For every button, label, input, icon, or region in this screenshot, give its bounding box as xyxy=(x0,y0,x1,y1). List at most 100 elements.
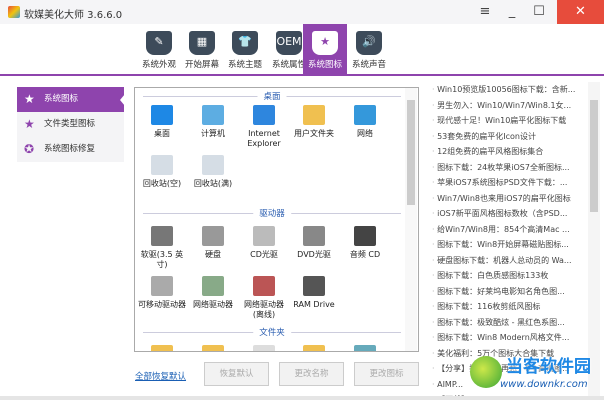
icon-item[interactable] xyxy=(137,345,187,351)
window-title: 软媒美化大师 3.6.6.0 xyxy=(24,10,123,21)
menu-button[interactable]: ≡ xyxy=(470,0,500,24)
news-item[interactable]: 图标下载：Win8 Modern风格文件... xyxy=(432,330,587,346)
icon-item[interactable]: 回收站(满) xyxy=(188,155,238,189)
sidebar-item-2[interactable]: ✪ 系统图标修复 xyxy=(17,137,124,162)
bottom-border xyxy=(0,396,604,400)
icon-item[interactable]: RAM Drive xyxy=(289,276,339,310)
icon-label: CD光驱 xyxy=(250,250,278,259)
icon-label: RAM Drive xyxy=(293,300,335,309)
system-icon xyxy=(202,276,224,296)
system-icon xyxy=(151,276,173,296)
icon-label: 回收站(满) xyxy=(193,179,233,188)
system-icon xyxy=(253,276,275,296)
watermark-logo: 当客软件园 www.downkr.com xyxy=(470,352,604,396)
icon-label: Internet Explorer xyxy=(247,129,281,148)
icon-label: 网络 xyxy=(357,129,373,138)
icon-item[interactable]: 软驱(3.5 英寸) xyxy=(137,226,187,270)
icon-label: 软驱(3.5 英寸) xyxy=(140,250,184,269)
icon-label: DVD光驱 xyxy=(297,250,331,259)
panel-scroll-thumb[interactable] xyxy=(407,100,415,205)
icon-label: 回收站(空) xyxy=(142,179,182,188)
tab-icon: ★ xyxy=(312,31,338,55)
close-button[interactable]: ✕ xyxy=(557,0,604,24)
minimize-button[interactable]: _ xyxy=(497,0,527,24)
icon-item[interactable]: 硬盘 xyxy=(188,226,238,260)
section-header: 桌面 xyxy=(143,90,401,102)
section-header: 驱动器 xyxy=(143,207,401,219)
icon-item[interactable]: 可移动驱动器 xyxy=(137,276,187,310)
sidebar: ★ 系统图标 ★ 文件类型图标 ✪ 系统图标修复 xyxy=(17,87,124,162)
news-item[interactable]: 图标下载：好莱坞电影知名角色图... xyxy=(432,284,587,300)
icon-item[interactable]: DVD光驱 xyxy=(289,226,339,260)
system-icon xyxy=(202,345,224,351)
news-scroll-thumb[interactable] xyxy=(590,100,598,212)
section-header: 文件夹 xyxy=(143,326,401,338)
tab-label: 系统声音 xyxy=(351,60,386,70)
sidebar-item-1[interactable]: ★ 文件类型图标 xyxy=(17,112,124,137)
icon-item[interactable]: 网络驱动器 xyxy=(188,276,238,310)
system-icon xyxy=(303,105,325,125)
news-item[interactable]: 图标下载：24枚苹果iOS7全新图标... xyxy=(432,160,587,176)
news-item[interactable]: 图标下载：白色质感图标133枚 xyxy=(432,268,587,284)
system-icon xyxy=(253,226,275,246)
news-item[interactable]: 12组免费的扁平风格图标集合 xyxy=(432,144,587,160)
system-icon xyxy=(354,345,376,351)
system-icon xyxy=(151,226,173,246)
icon-item[interactable]: 回收站(空) xyxy=(137,155,187,189)
reset-all-link[interactable]: 全部恢复默认 xyxy=(135,370,186,382)
tab-5[interactable]: 🔊 系统声音 xyxy=(347,24,391,76)
news-item[interactable]: 给Win7/Win8用：854个高清Mac ... xyxy=(432,222,587,238)
maximize-button[interactable]: ☐ xyxy=(524,0,554,24)
news-item[interactable]: 硬盘图标下载：机器人总动员的 Wa... xyxy=(432,253,587,269)
star-icon: ★ xyxy=(24,92,35,106)
news-item[interactable]: 图标下载：极致酷炫 - 黑红色系图... xyxy=(432,315,587,331)
rename-button[interactable]: 更改名称 xyxy=(279,362,344,386)
system-icon xyxy=(151,155,173,175)
restore-default-button[interactable]: 恢复默认 xyxy=(204,362,269,386)
system-icon xyxy=(354,226,376,246)
icon-label: 计算机 xyxy=(201,129,225,138)
icon-item[interactable]: CD光驱 xyxy=(239,226,289,260)
icon-label: 网络驱动器(离线) xyxy=(244,300,284,319)
section-title: 桌面 xyxy=(257,90,287,102)
system-icon xyxy=(303,345,325,351)
sidebar-item-label: 文件类型图标 xyxy=(44,119,96,129)
news-item[interactable]: 现代感十足！Win10扁平化图标下载 xyxy=(432,113,587,129)
icon-item[interactable] xyxy=(239,345,289,351)
icon-item[interactable]: 桌面 xyxy=(137,105,187,139)
system-icon xyxy=(151,105,173,125)
news-item[interactable]: 图标下载：116枚剪纸风图标 xyxy=(432,299,587,315)
news-item[interactable]: 53套免费的扁平化Icon设计 xyxy=(432,129,587,145)
watermark-url: www.downkr.com xyxy=(500,379,588,390)
icon-item[interactable] xyxy=(188,345,238,351)
icon-item[interactable]: 网络 xyxy=(340,105,390,139)
system-icon xyxy=(202,155,224,175)
section-title: 驱动器 xyxy=(253,207,291,219)
icon-item[interactable] xyxy=(289,345,339,351)
icon-item[interactable]: 音频 CD xyxy=(340,226,390,260)
tab-icon: ▦ xyxy=(189,31,215,55)
sidebar-item-0[interactable]: ★ 系统图标 xyxy=(17,87,124,112)
icon-item[interactable] xyxy=(340,345,390,351)
icon-label: 可移动驱动器 xyxy=(138,300,186,309)
change-icon-button[interactable]: 更改图标 xyxy=(354,362,419,386)
icon-item[interactable]: 计算机 xyxy=(188,105,238,139)
sidebar-item-label: 系统图标 xyxy=(44,94,79,104)
icon-item[interactable]: 网络驱动器(离线) xyxy=(239,276,289,320)
news-item[interactable]: 男生勿入：Win10/Win7/Win8.1女... xyxy=(432,98,587,114)
icon-item[interactable]: Internet Explorer xyxy=(239,105,289,149)
icon-label: 桌面 xyxy=(154,129,170,138)
icon-item[interactable]: 用户文件夹 xyxy=(289,105,339,139)
system-icon xyxy=(303,276,325,296)
news-item[interactable]: Win10预览版10056图标下载：含新... xyxy=(432,82,587,98)
news-item[interactable]: iOS7新平面风格图标数枚（含PSD... xyxy=(432,206,587,222)
active-indicator xyxy=(120,94,125,106)
news-item[interactable]: 苹果iOS7系统图标PSD文件下载：... xyxy=(432,175,587,191)
system-icon xyxy=(202,105,224,125)
news-item[interactable]: 图标下载：Win8开始屏幕磁贴图标... xyxy=(432,237,587,253)
news-item[interactable]: Win7/Win8也来用iOS7的扁平化图标 xyxy=(432,191,587,207)
watermark-mark-icon xyxy=(470,356,502,388)
tab-icon: ✎ xyxy=(146,31,172,55)
tab-icon: 👕 xyxy=(232,31,258,55)
tab-icon: 🔊 xyxy=(356,31,382,55)
